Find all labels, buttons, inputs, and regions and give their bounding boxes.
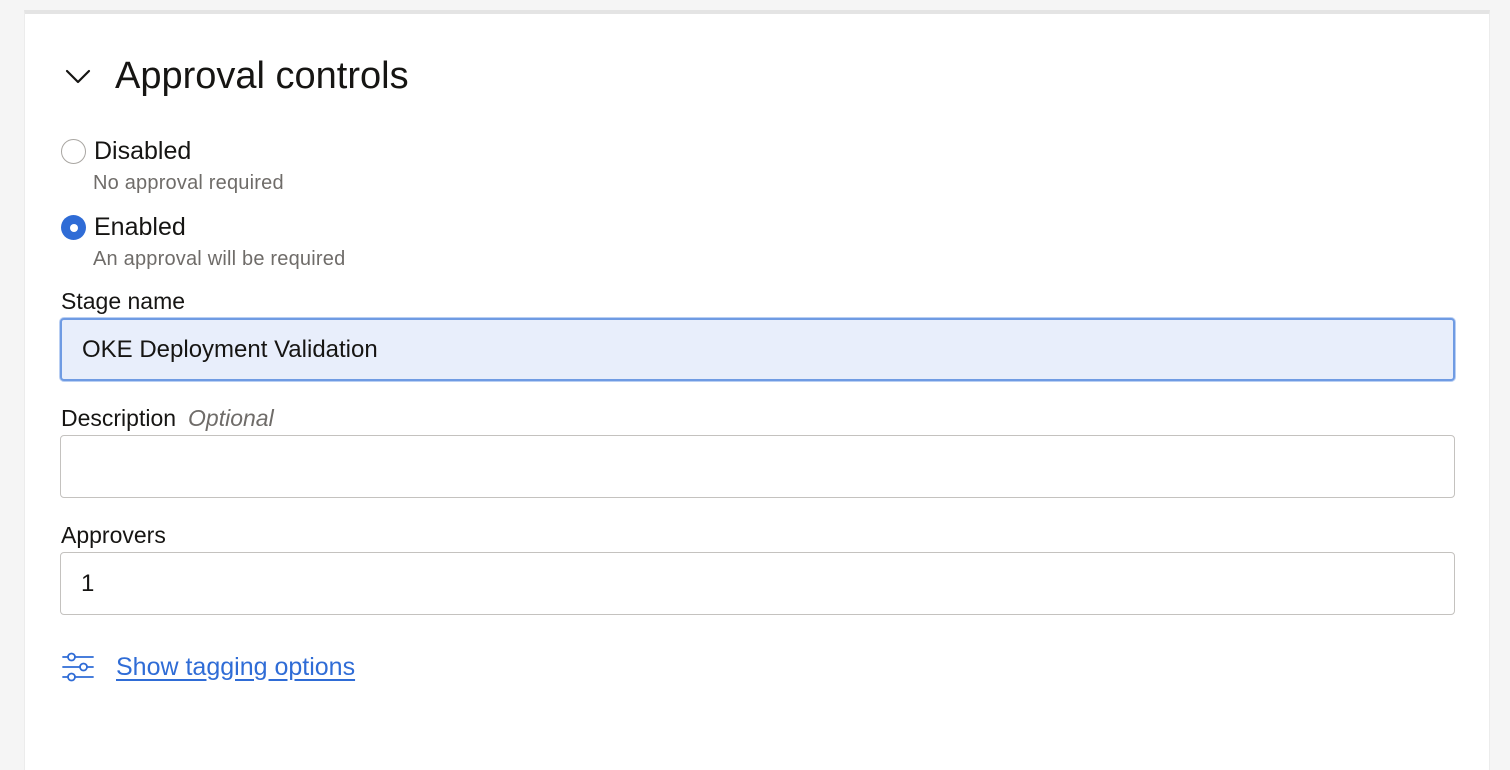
section-title: Approval controls [115,55,409,97]
radio-enabled-label: Enabled [94,213,186,241]
sliders-icon [62,652,94,682]
description-label-text: Description [61,405,177,431]
radio-enabled[interactable]: Enabled [61,213,186,242]
stage-name-label: Stage name [61,288,186,314]
description-label: Description Optional [61,405,274,432]
description-input[interactable] [60,435,1455,498]
radio-disabled[interactable]: Disabled [61,137,191,166]
radio-enabled-help: An approval will be required [93,248,346,270]
radio-disabled-help: No approval required [93,172,284,194]
stage-name-input[interactable] [60,318,1455,381]
tagging-options-row[interactable]: Show tagging options [61,650,355,684]
approval-controls-toggle[interactable]: Approval controls [63,54,409,98]
approvers-label: Approvers [61,522,166,548]
approval-controls-panel: Approval controls Disabled No approval r… [24,10,1490,770]
radio-disabled-circle[interactable] [61,139,86,164]
radio-disabled-label: Disabled [94,137,192,165]
show-tagging-options-link[interactable]: Show tagging options [116,653,355,682]
optional-tag: Optional [188,405,274,431]
approvers-input[interactable] [60,552,1455,615]
radio-enabled-circle[interactable] [61,215,86,240]
chevron-down-icon [65,69,91,84]
